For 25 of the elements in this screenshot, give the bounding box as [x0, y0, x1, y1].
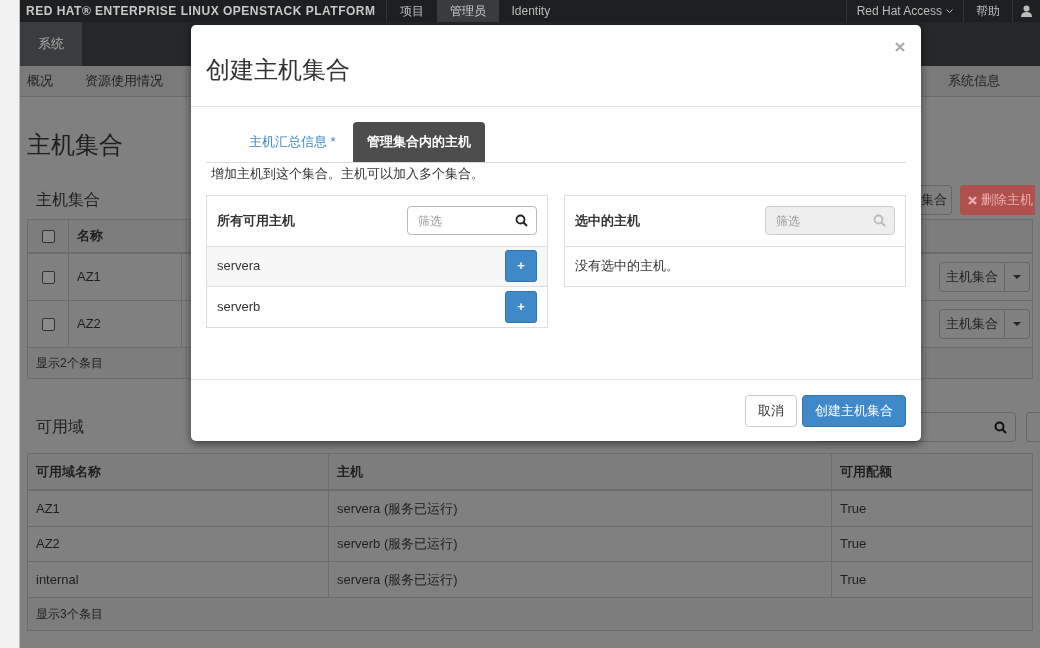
modal-title: 创建主机集合 — [206, 54, 350, 85]
section-title: 主机集合 — [35, 190, 100, 210]
table-cell: servera (服务已运行) — [329, 491, 832, 526]
table-cell: AZ2 — [69, 301, 182, 347]
empty-message: 没有选中的主机。 — [575, 257, 679, 276]
host-name: serverb — [217, 297, 261, 316]
table-cell-text: True — [839, 535, 868, 553]
table-cell-text: True — [839, 499, 868, 518]
help-text: 增加主机到这个集合。主机可以加入多个集合。 — [210, 165, 485, 183]
column-header: 可用配额 — [839, 462, 893, 481]
column-header: 名称 — [76, 227, 103, 246]
table-cell: AZ2 — [28, 526, 329, 561]
table-cell: servera (服务已运行) — [329, 562, 832, 597]
host-name: servera — [217, 257, 261, 276]
table-cell: AZ1 — [69, 254, 182, 300]
table-cell: AZ1 — [28, 491, 329, 526]
panel-title: 所有可用主机 — [217, 211, 295, 230]
page-title: 主机集合 — [27, 130, 123, 160]
table-cell: internal — [28, 562, 329, 597]
column-header: 主机 — [329, 454, 832, 489]
column-header: 可用域名称 — [28, 454, 329, 489]
panel-title: 选中的主机 — [575, 211, 640, 230]
section-title: 可用域 — [35, 417, 84, 437]
table-cell: serverb (服务已运行) — [329, 526, 832, 561]
table-cell-text: True — [839, 570, 868, 589]
